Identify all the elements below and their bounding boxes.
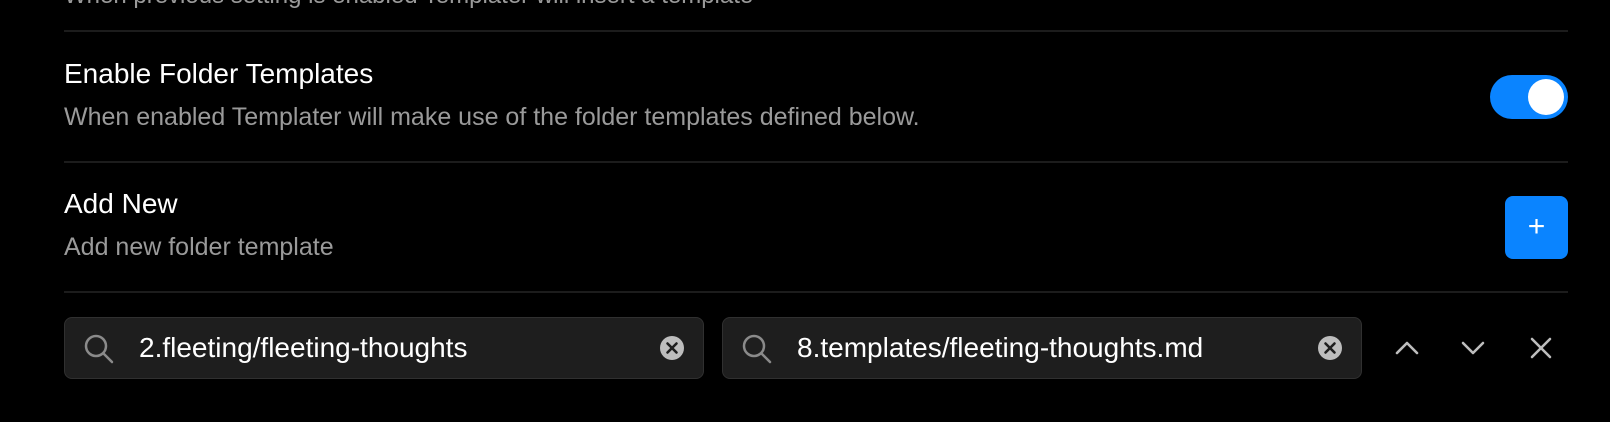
enable-folder-templates-description: When enabled Templater will make use of … xyxy=(64,103,920,131)
chevron-up-icon[interactable] xyxy=(1390,331,1424,365)
chevron-down-icon[interactable] xyxy=(1456,331,1490,365)
add-new-title: Add New xyxy=(64,188,178,219)
add-new-description: Add new folder template xyxy=(64,233,334,261)
template-path-value[interactable]: 8.templates/fleeting-thoughts.md xyxy=(797,332,1203,364)
folder-search-field[interactable]: 2.fleeting/fleeting-thoughts xyxy=(64,317,704,379)
divider xyxy=(64,30,1568,32)
search-icon xyxy=(84,334,114,364)
enable-folder-templates-toggle[interactable] xyxy=(1490,75,1568,119)
templater-settings-panel: When previous setting is enabled Templat… xyxy=(0,0,1610,422)
divider xyxy=(64,161,1568,163)
folder-path-value[interactable]: 2.fleeting/fleeting-thoughts xyxy=(139,332,467,364)
template-search-field[interactable]: 8.templates/fleeting-thoughts.md xyxy=(722,317,1362,379)
divider xyxy=(64,291,1568,293)
enable-folder-templates-title: Enable Folder Templates xyxy=(64,58,374,89)
clear-icon[interactable] xyxy=(1317,335,1343,361)
add-folder-template-button[interactable]: + xyxy=(1505,196,1568,259)
close-icon[interactable] xyxy=(1524,331,1558,365)
search-icon xyxy=(742,334,772,364)
previous-setting-description: When previous setting is enabled Templat… xyxy=(64,0,753,10)
toggle-knob xyxy=(1528,79,1564,115)
clear-icon[interactable] xyxy=(659,335,685,361)
